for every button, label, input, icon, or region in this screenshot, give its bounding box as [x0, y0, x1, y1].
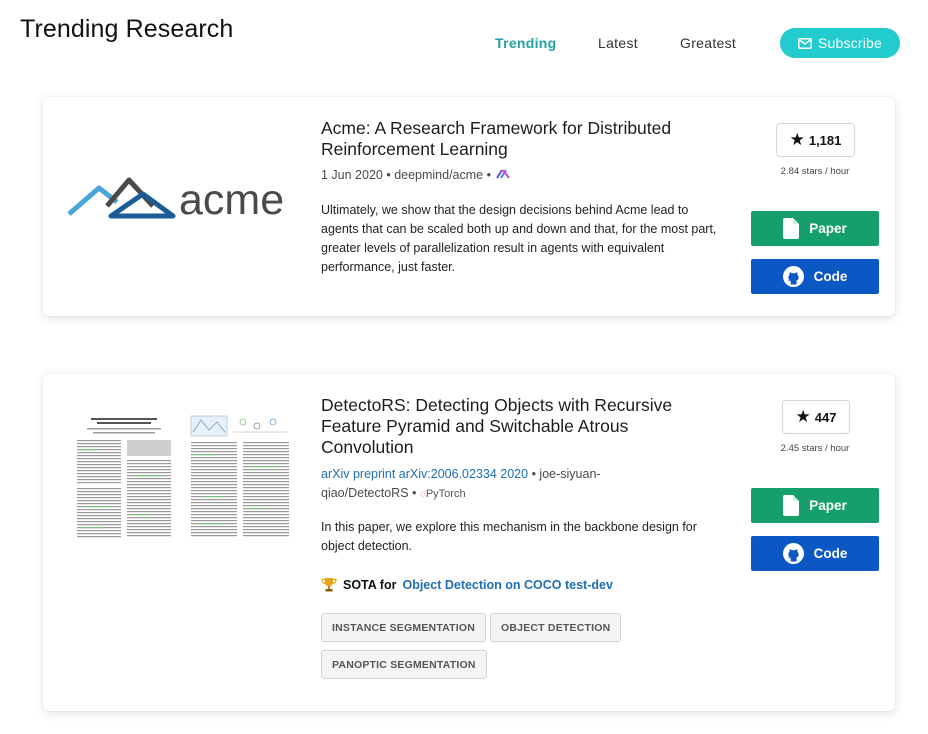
star-count: 1,181: [808, 132, 842, 148]
jax-icon: [496, 169, 511, 179]
nav-trending[interactable]: Trending: [495, 35, 557, 51]
trophy-icon: [321, 578, 337, 592]
paper-button-label: Paper: [809, 498, 847, 513]
github-icon: [782, 266, 804, 287]
tag-panoptic-segmentation[interactable]: PANOPTIC SEGMENTATION: [321, 650, 487, 679]
sota-task-link[interactable]: Object Detection on COCO test-dev: [402, 578, 612, 592]
nav-greatest[interactable]: Greatest: [680, 35, 736, 51]
paper-source-link[interactable]: arXiv preprint arXiv:2006.02334 2020: [321, 467, 528, 481]
envelope-icon: [798, 37, 812, 49]
repo-link-part-2[interactable]: qiao/DetectoRS: [321, 486, 409, 500]
star-count: 447: [814, 409, 837, 425]
nav-latest[interactable]: Latest: [598, 35, 638, 51]
code-button-label: Code: [813, 269, 848, 284]
subscribe-button[interactable]: Subscribe: [780, 28, 900, 58]
subscribe-label: Subscribe: [817, 35, 883, 51]
code-button[interactable]: Code: [751, 536, 879, 571]
acme-logo-icon: acme: [67, 176, 284, 224]
stars-rate: 2.45 stars / hour: [780, 443, 850, 454]
paper-title[interactable]: Acme: A Research Framework for Distribut…: [321, 118, 701, 160]
svg-text:acme: acme: [179, 176, 284, 222]
star-icon: ★: [789, 130, 805, 149]
paper-meta: arXiv preprint arXiv:2006.02334 2020 • j…: [321, 467, 601, 500]
github-icon: [782, 543, 804, 564]
sota-line: SOTA for Object Detection on COCO test-d…: [321, 577, 613, 592]
paper-button[interactable]: Paper: [751, 211, 879, 246]
tag-instance-segmentation[interactable]: INSTANCE SEGMENTATION: [321, 613, 487, 642]
paper-card-acme: acme Acme: A Research Framework for Dist…: [43, 97, 895, 316]
star-count-badge[interactable]: ★ 447: [782, 400, 850, 434]
paper-button[interactable]: Paper: [751, 488, 879, 523]
repo-link-part-1[interactable]: joe-siyuan-: [539, 467, 600, 481]
repo-link[interactable]: deepmind/acme: [394, 168, 483, 182]
paper-thumbnail-detectors[interactable]: [73, 412, 293, 544]
paper-pages-thumbnail: [73, 412, 293, 544]
star-count-badge[interactable]: ★ 1,181: [776, 123, 855, 157]
stars-rate: 2.84 stars / hour: [780, 166, 850, 177]
tag-object-detection[interactable]: OBJECT DETECTION: [490, 613, 622, 642]
sota-prefix: SOTA for: [343, 577, 397, 592]
star-icon: ★: [795, 407, 811, 426]
document-icon: [783, 495, 800, 516]
paper-meta: 1 Jun 2020 • deepmind/acme •: [321, 166, 651, 185]
framework-label: PyTorch: [425, 488, 466, 500]
paper-title[interactable]: DetectoRS: Detecting Objects with Recurs…: [321, 395, 701, 458]
paper-abstract: Ultimately, we show that the design deci…: [321, 203, 717, 274]
code-button[interactable]: Code: [751, 259, 879, 294]
code-button-label: Code: [813, 546, 848, 561]
paper-button-label: Paper: [809, 221, 847, 236]
paper-card-detectors: DetectoRS: Detecting Objects with Recurs…: [43, 374, 895, 711]
paper-date: 1 Jun 2020: [321, 168, 383, 182]
paper-abstract: In this paper, we explore this mechanism…: [321, 520, 697, 553]
paper-thumbnail-acme[interactable]: acme: [67, 172, 299, 224]
document-icon: [783, 218, 800, 239]
